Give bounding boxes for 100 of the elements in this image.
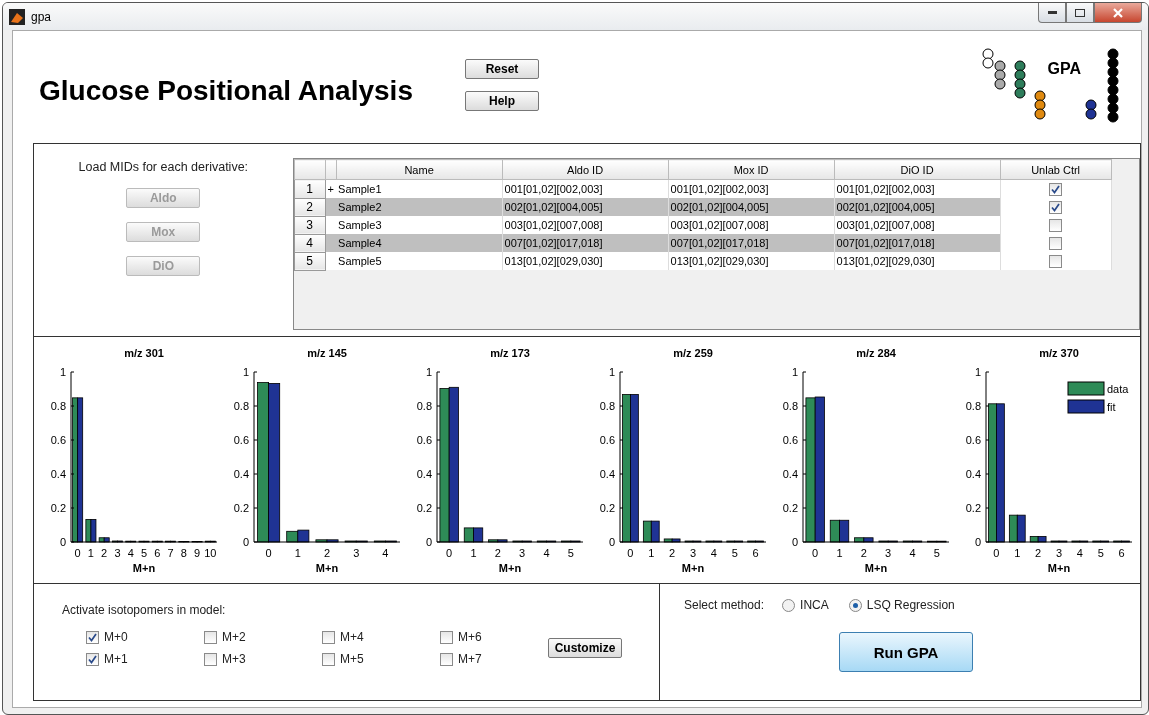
table-cell: 007[01,02][017,018] bbox=[834, 234, 1001, 252]
tick-label: 4 bbox=[382, 547, 389, 559]
tick-label: 5 bbox=[933, 547, 940, 559]
axis-label: M+n bbox=[681, 562, 705, 574]
tick-label: 0 bbox=[608, 536, 615, 548]
table-cell: 002[01,02][004,005] bbox=[668, 198, 835, 216]
checkbox-label: M+7 bbox=[458, 652, 482, 666]
axis-label: M+n bbox=[498, 562, 522, 574]
legend-label: data bbox=[1107, 383, 1129, 395]
axis-label: M+n bbox=[315, 562, 339, 574]
tick-label: 0.6 bbox=[233, 434, 249, 446]
tick-label: 1 bbox=[791, 366, 798, 378]
tick-label: 0.8 bbox=[599, 400, 615, 412]
tick-label: 0 bbox=[791, 536, 798, 548]
tick-label: 3 bbox=[114, 547, 121, 559]
tick-label: 4 bbox=[710, 547, 717, 559]
chart-title: m/z 370 bbox=[1039, 347, 1079, 359]
tick-label: 1 bbox=[294, 547, 301, 559]
tick-label: 2 bbox=[494, 547, 501, 559]
legend-label: fit bbox=[1107, 401, 1116, 413]
tick-label: 6 bbox=[1118, 547, 1125, 559]
checkbox-label: M+3 bbox=[222, 652, 246, 666]
tick-label: 0.6 bbox=[50, 434, 66, 446]
tick-label: 0.8 bbox=[965, 400, 981, 412]
tick-label: 4 bbox=[1076, 547, 1083, 559]
tick-label: 3 bbox=[689, 547, 697, 559]
radio-label: INCA bbox=[800, 598, 829, 612]
tick-label: 2 bbox=[669, 547, 676, 559]
tick-label: 5 bbox=[1097, 547, 1104, 559]
logo-text: GPA bbox=[1047, 60, 1081, 78]
table-cell: 013[01,02][029,030] bbox=[502, 252, 669, 270]
table-cell: 007[01,02][017,018] bbox=[502, 234, 669, 252]
isotopomer-label: Activate isotopomers in model: bbox=[62, 603, 226, 617]
tick-label: 0.8 bbox=[782, 400, 798, 412]
table-cell: 007[01,02][017,018] bbox=[668, 234, 835, 252]
window-title: gpa bbox=[31, 9, 52, 24]
tick-label: 0 bbox=[59, 536, 66, 548]
table-cell: Sample2 bbox=[336, 198, 503, 216]
radio-label: LSQ Regression bbox=[866, 598, 955, 612]
checkbox-label: M+5 bbox=[340, 652, 364, 666]
tick-label: 0.6 bbox=[782, 434, 798, 446]
axis-label: M+n bbox=[1047, 562, 1071, 574]
chart-title: m/z 259 bbox=[673, 347, 713, 359]
tick-label: 1 bbox=[59, 366, 66, 378]
tick-label: 0 bbox=[993, 547, 1000, 559]
chart-title: m/z 173 bbox=[490, 347, 530, 359]
table-cell: 003[01,02][007,008] bbox=[668, 216, 835, 234]
tick-label: 0 bbox=[446, 547, 453, 559]
tick-label: 7 bbox=[167, 547, 174, 559]
tick-label: 0.4 bbox=[50, 468, 66, 480]
tick-label: 0 bbox=[974, 536, 981, 548]
load-label: Load MIDs for each derivative: bbox=[78, 160, 249, 174]
tick-label: 1 bbox=[470, 547, 477, 559]
tick-label: 1 bbox=[1014, 547, 1021, 559]
tick-label: 8 bbox=[180, 547, 187, 559]
tick-label: 3 bbox=[519, 547, 526, 559]
checkbox-label: M+1 bbox=[104, 652, 128, 666]
table-cell: Sample4 bbox=[336, 234, 503, 252]
tick-label: 3 bbox=[885, 547, 892, 559]
tick-label: 1 bbox=[87, 547, 94, 559]
tick-label: 0 bbox=[425, 536, 432, 548]
tick-label: 0 bbox=[242, 536, 249, 548]
tick-label: 5 bbox=[140, 547, 148, 559]
tick-label: 0 bbox=[74, 547, 81, 559]
tick-label: 0.2 bbox=[965, 502, 981, 514]
tick-label: 0.2 bbox=[416, 502, 432, 514]
tick-label: 0.6 bbox=[599, 434, 615, 446]
checkbox-label: M+6 bbox=[458, 630, 482, 644]
table-cell: 003[01,02][007,008] bbox=[834, 216, 1001, 234]
tick-label: 6 bbox=[752, 547, 759, 559]
table-cell: Sample5 bbox=[336, 252, 503, 270]
tick-label: 0.8 bbox=[233, 400, 249, 412]
tick-label: 1 bbox=[648, 547, 655, 559]
axis-label: M+n bbox=[132, 562, 156, 574]
tick-label: 4 bbox=[909, 547, 916, 559]
tick-label: 0.6 bbox=[965, 434, 981, 446]
tick-label: 0 bbox=[627, 547, 634, 559]
tick-label: 0.2 bbox=[599, 502, 615, 514]
chart-title: m/z 145 bbox=[307, 347, 347, 359]
tick-label: 4 bbox=[543, 547, 550, 559]
tick-label: 0.4 bbox=[416, 468, 432, 480]
table-cell: 013[01,02][029,030] bbox=[668, 252, 835, 270]
tick-label: 5 bbox=[567, 547, 574, 559]
table-cell: 002[01,02][004,005] bbox=[834, 198, 1001, 216]
axis-label: M+n bbox=[864, 562, 888, 574]
table-cell: 013[01,02][029,030] bbox=[834, 252, 1001, 270]
tick-label: 0.4 bbox=[782, 468, 798, 480]
tick-label: 2 bbox=[1035, 547, 1042, 559]
checkbox-label: M+4 bbox=[340, 630, 364, 644]
tick-label: 1 bbox=[242, 366, 249, 378]
tick-label: 0.6 bbox=[416, 434, 432, 446]
checkbox-label: M+0 bbox=[104, 630, 128, 644]
tick-label: 9 bbox=[194, 547, 201, 559]
table-cell: Sample3 bbox=[336, 216, 503, 234]
tick-label: 0.4 bbox=[599, 468, 615, 480]
tick-label: 0.8 bbox=[50, 400, 66, 412]
tick-label: 1 bbox=[608, 366, 615, 378]
tick-label: 1 bbox=[974, 366, 981, 378]
tick-label: 0 bbox=[812, 547, 819, 559]
tick-label: 5 bbox=[731, 547, 738, 559]
